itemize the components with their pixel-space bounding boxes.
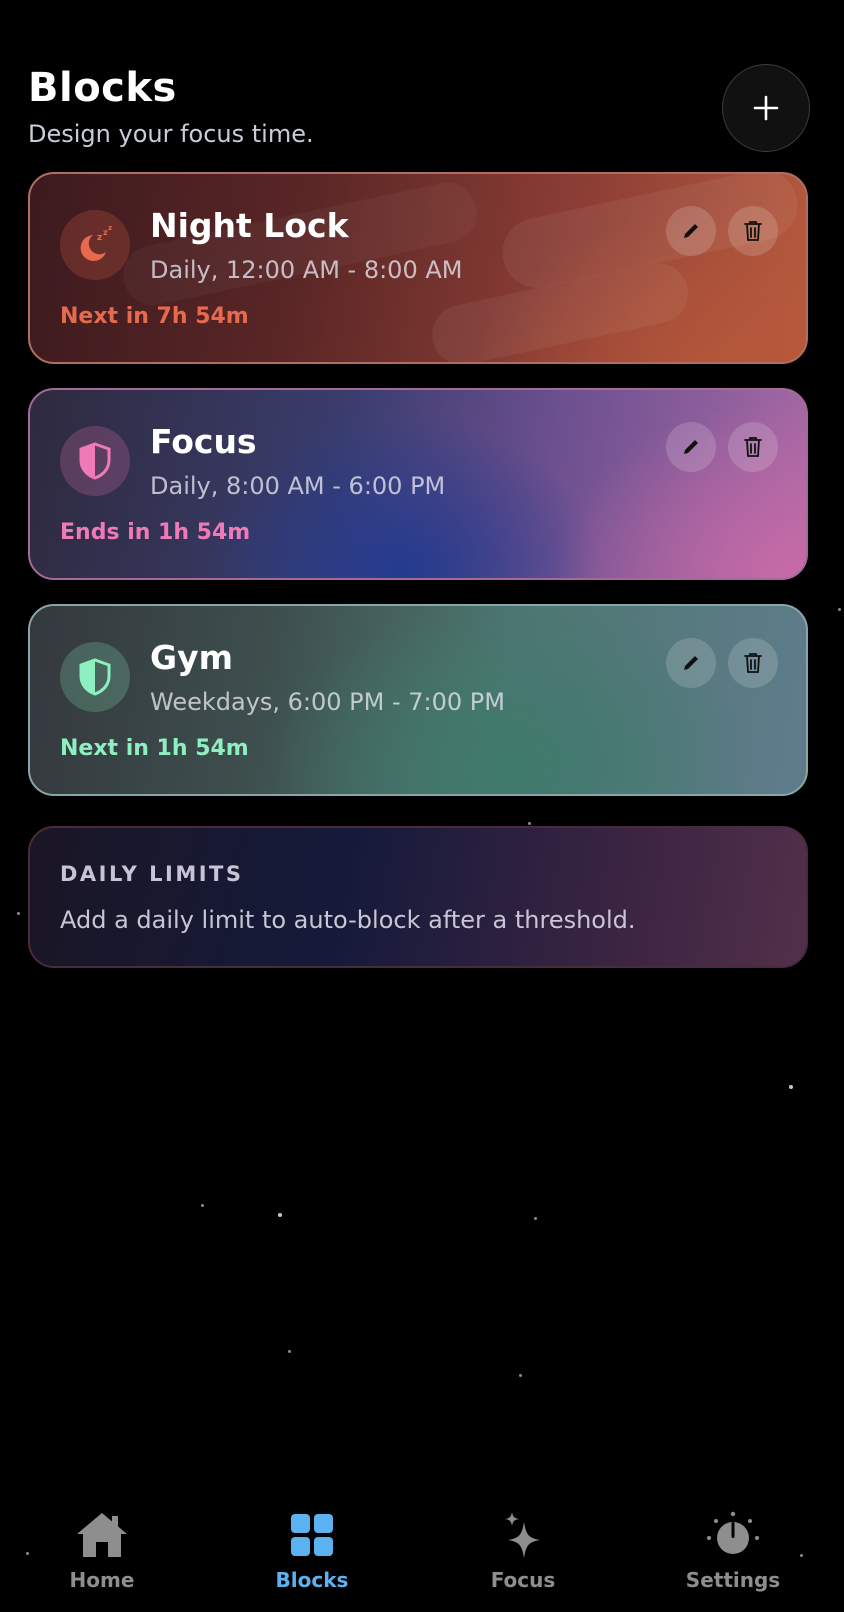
edit-block-button[interactable] [666, 422, 716, 472]
nav-label: Home [69, 1568, 135, 1592]
star-decoration [201, 1204, 204, 1207]
star-decoration [288, 1350, 291, 1353]
star-decoration [789, 1085, 793, 1089]
nav-label: Focus [490, 1568, 556, 1592]
star-decoration [278, 1213, 282, 1217]
star-decoration [17, 912, 20, 915]
block-card-gym[interactable]: Gym Weekdays, 6:00 PM - 7:00 PM Next in … [28, 604, 808, 796]
shield-icon [79, 658, 111, 696]
block-schedule: Daily, 8:00 AM - 6:00 PM [150, 472, 446, 500]
page-subtitle: Design your focus time. [28, 120, 314, 148]
edit-block-button[interactable] [666, 206, 716, 256]
nav-label: Blocks [275, 1568, 349, 1592]
nav-item-settings[interactable]: Settings [653, 1510, 813, 1592]
add-block-button[interactable] [722, 64, 810, 152]
block-schedule: Daily, 12:00 AM - 8:00 AM [150, 256, 463, 284]
star-decoration [838, 608, 841, 611]
block-icon-badge: z z z [60, 210, 130, 280]
svg-text:z: z [108, 224, 112, 232]
block-status: Ends in 1h 54m [60, 520, 251, 545]
block-schedule: Weekdays, 6:00 PM - 7:00 PM [150, 688, 505, 716]
nav-item-focus[interactable]: Focus [443, 1510, 603, 1592]
trash-icon [744, 437, 762, 457]
daily-limits-text: Add a daily limit to auto-block after a … [60, 906, 636, 934]
trash-icon [744, 653, 762, 673]
bottom-nav: Home Blocks Focus Settings [0, 1500, 844, 1612]
star-decoration [534, 1217, 537, 1220]
edit-block-button[interactable] [666, 638, 716, 688]
block-name: Focus [150, 422, 257, 461]
grid-icon [291, 1514, 333, 1556]
star-decoration [528, 822, 531, 825]
delete-block-button[interactable] [728, 638, 778, 688]
daily-limits-card[interactable]: DAILY LIMITS Add a daily limit to auto-b… [28, 826, 808, 968]
pencil-icon [684, 440, 698, 454]
nav-item-home[interactable]: Home [22, 1510, 182, 1592]
trash-icon [744, 221, 762, 241]
block-card-focus[interactable]: Focus Daily, 8:00 AM - 6:00 PM Ends in 1… [28, 388, 808, 580]
sparkle-icon [505, 1512, 540, 1558]
daily-limits-heading: DAILY LIMITS [60, 862, 244, 886]
gauge-icon [707, 1511, 759, 1554]
nav-label: Settings [685, 1568, 781, 1592]
block-card-night-lock[interactable]: z z z Night Lock Daily, 12:00 AM - 8:00 … [28, 172, 808, 364]
block-icon-badge [60, 426, 130, 496]
nav-item-blocks[interactable]: Blocks [232, 1510, 392, 1592]
star-decoration [519, 1374, 522, 1377]
plus-icon [753, 95, 779, 121]
shield-icon [79, 442, 111, 480]
block-icon-badge [60, 642, 130, 712]
moon-sleep-icon: z z z [80, 224, 112, 261]
pencil-icon [684, 656, 698, 670]
svg-text:z: z [97, 233, 102, 243]
pencil-icon [684, 224, 698, 238]
page-header: Blocks Design your focus time. [28, 62, 314, 148]
block-status: Next in 7h 54m [60, 304, 249, 329]
block-name: Gym [150, 638, 233, 677]
block-name: Night Lock [150, 206, 349, 245]
delete-block-button[interactable] [728, 422, 778, 472]
home-icon [77, 1513, 127, 1557]
block-status: Next in 1h 54m [60, 736, 249, 761]
page-title: Blocks [28, 65, 177, 111]
delete-block-button[interactable] [728, 206, 778, 256]
